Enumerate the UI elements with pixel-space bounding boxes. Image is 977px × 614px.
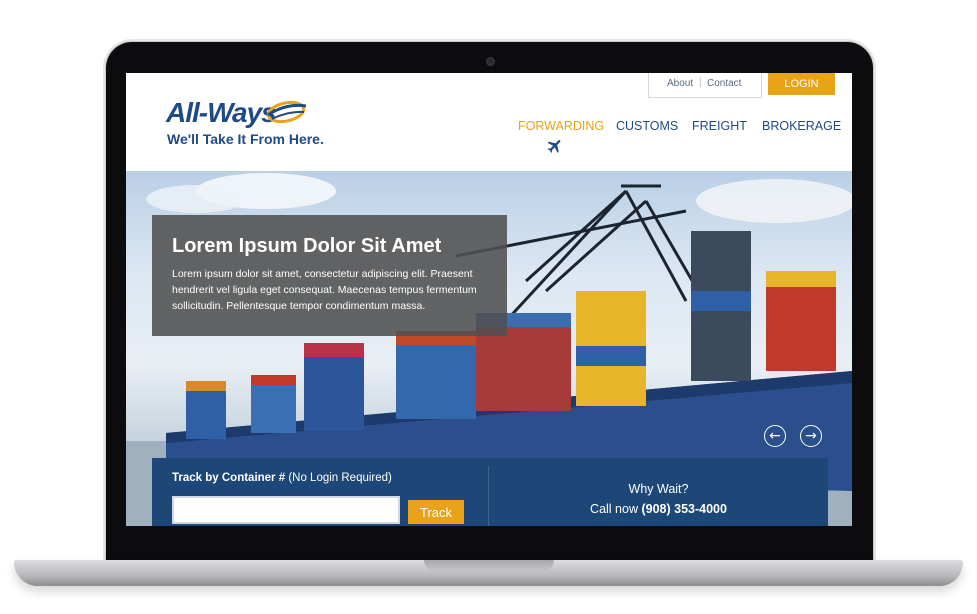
site-header: All-Ways We'll Take It From Here. About …: [126, 73, 852, 171]
utility-nav: About | Contact: [648, 73, 762, 98]
callout-phone-prefix: Call now: [590, 502, 642, 516]
hero-body: Lorem ipsum dolor sit amet, consectetur …: [172, 268, 477, 312]
contact-link[interactable]: Contact: [707, 78, 741, 89]
about-link[interactable]: About: [667, 78, 693, 89]
website-screen: All-Ways We'll Take It From Here. About …: [126, 73, 852, 526]
logo-wordmark[interactable]: All-Ways: [166, 97, 277, 129]
utility-separator: |: [699, 77, 702, 88]
callout-phone-number[interactable]: (908) 353-4000: [641, 502, 726, 516]
logo-tagline: We'll Take It From Here.: [167, 131, 324, 147]
arrow-right-icon[interactable]: →: [800, 425, 822, 447]
hero-title: Lorem Ipsum Dolor Sit Amet: [172, 235, 442, 257]
laptop-notch: [424, 560, 554, 571]
track-label: Track by Container # (No Login Required): [172, 472, 392, 484]
laptop-mockup: All-Ways We'll Take It From Here. About …: [0, 0, 977, 614]
track-label-bold: Track by Container #: [172, 472, 286, 484]
panel-divider: [488, 466, 489, 526]
nav-freight[interactable]: FREIGHT: [692, 119, 747, 133]
hero-caption: Lorem Ipsum Dolor Sit Amet Lorem ipsum d…: [152, 215, 507, 336]
nav-customs[interactable]: CUSTOMS: [616, 119, 678, 133]
login-button[interactable]: LOGIN: [768, 73, 835, 95]
track-label-note: (No Login Required): [285, 472, 392, 484]
nav-brokerage[interactable]: BROKERAGE: [762, 119, 841, 133]
plane-icon: [547, 140, 561, 153]
callout-title: Why Wait?: [628, 482, 689, 496]
track-button[interactable]: Track: [408, 500, 464, 524]
webcam-icon: [487, 58, 494, 65]
callout-phone-line: Call now (908) 353-4000: [489, 502, 828, 516]
arrow-left-icon[interactable]: ←: [764, 425, 786, 447]
container-number-input[interactable]: [172, 496, 400, 524]
nav-forwarding[interactable]: FORWARDING: [518, 119, 604, 133]
tracking-panel: Track by Container # (No Login Required)…: [152, 458, 828, 526]
logo-swoosh-icon: [266, 100, 307, 124]
